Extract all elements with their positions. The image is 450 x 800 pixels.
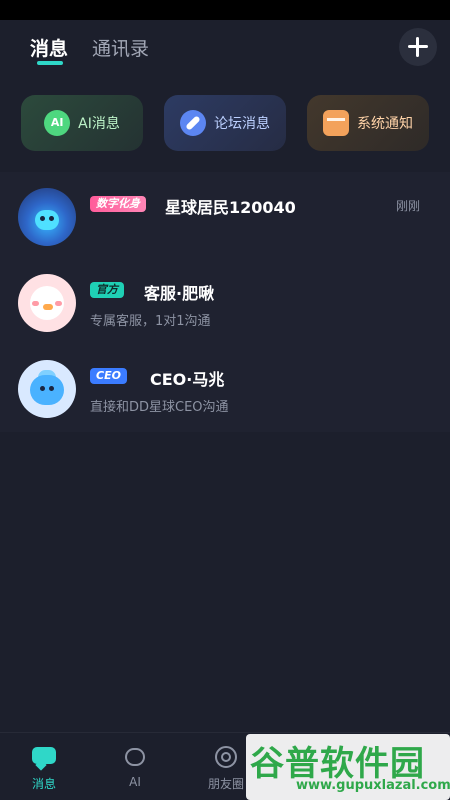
conversation-preview: 直接和DD星球CEO沟通 [90,400,229,415]
conversation-row[interactable]: 官方 客服·肥啾 专属客服，1对1沟通 [0,258,450,344]
watermark-url: www.gupuxlazal.com [296,778,450,793]
status-bar [0,0,450,20]
compass-icon [180,110,206,136]
system-notifications-button[interactable]: 系统通知 [307,95,429,151]
ceo-badge: CEO [90,368,127,384]
conversation-list: 数字化身 星球居民120040 刚刚 官方 客服·肥啾 专属客服，1对1沟通 C… [0,172,450,432]
top-header: 消息 通讯录 [0,20,450,72]
tabbar-label: AI [129,775,141,789]
tabbar-label: 消息 [31,777,56,791]
ai-chat-icon: AI [44,110,71,136]
quick-actions: AI AI消息 论坛消息 系统通知 [0,72,450,172]
ai-messages-button[interactable]: AI AI消息 [21,95,143,151]
avatar [18,360,76,418]
tabbar-item-messages[interactable]: 消息 [14,745,74,792]
official-badge: 官方 [90,282,124,298]
forum-messages-button[interactable]: 论坛消息 [164,95,286,151]
site-watermark: 谷普软件园 www.gupuxlazal.com [246,734,450,800]
heart-icon [123,745,147,769]
conversation-row[interactable]: 数字化身 星球居民120040 刚刚 [0,172,450,258]
tab-messages[interactable]: 消息 [30,34,68,61]
conversation-preview: 专属客服，1对1沟通 [90,314,211,329]
tab-contacts[interactable]: 通讯录 [92,34,149,61]
ai-messages-label: AI消息 [78,116,120,132]
inbox-icon [323,110,349,136]
chat-icon [32,745,56,771]
conversation-row[interactable]: CEO CEO·马兆 直接和DD星球CEO沟通 [0,344,450,430]
moments-icon [214,745,238,769]
conversation-name: 客服·肥啾 [144,284,215,303]
system-notifications-label: 系统通知 [357,116,413,132]
conversation-time: 刚刚 [395,199,420,213]
tabbar-item-ai[interactable]: AI [105,745,165,789]
conversation-name: CEO·马兆 [150,370,225,389]
avatar [18,274,76,332]
digital-avatar-badge: 数字化身 [90,196,146,212]
avatar [18,188,76,246]
add-button[interactable] [399,28,437,66]
conversation-name: 星球居民120040 [165,198,296,217]
forum-messages-label: 论坛消息 [214,116,270,132]
active-tab-indicator [37,61,63,65]
